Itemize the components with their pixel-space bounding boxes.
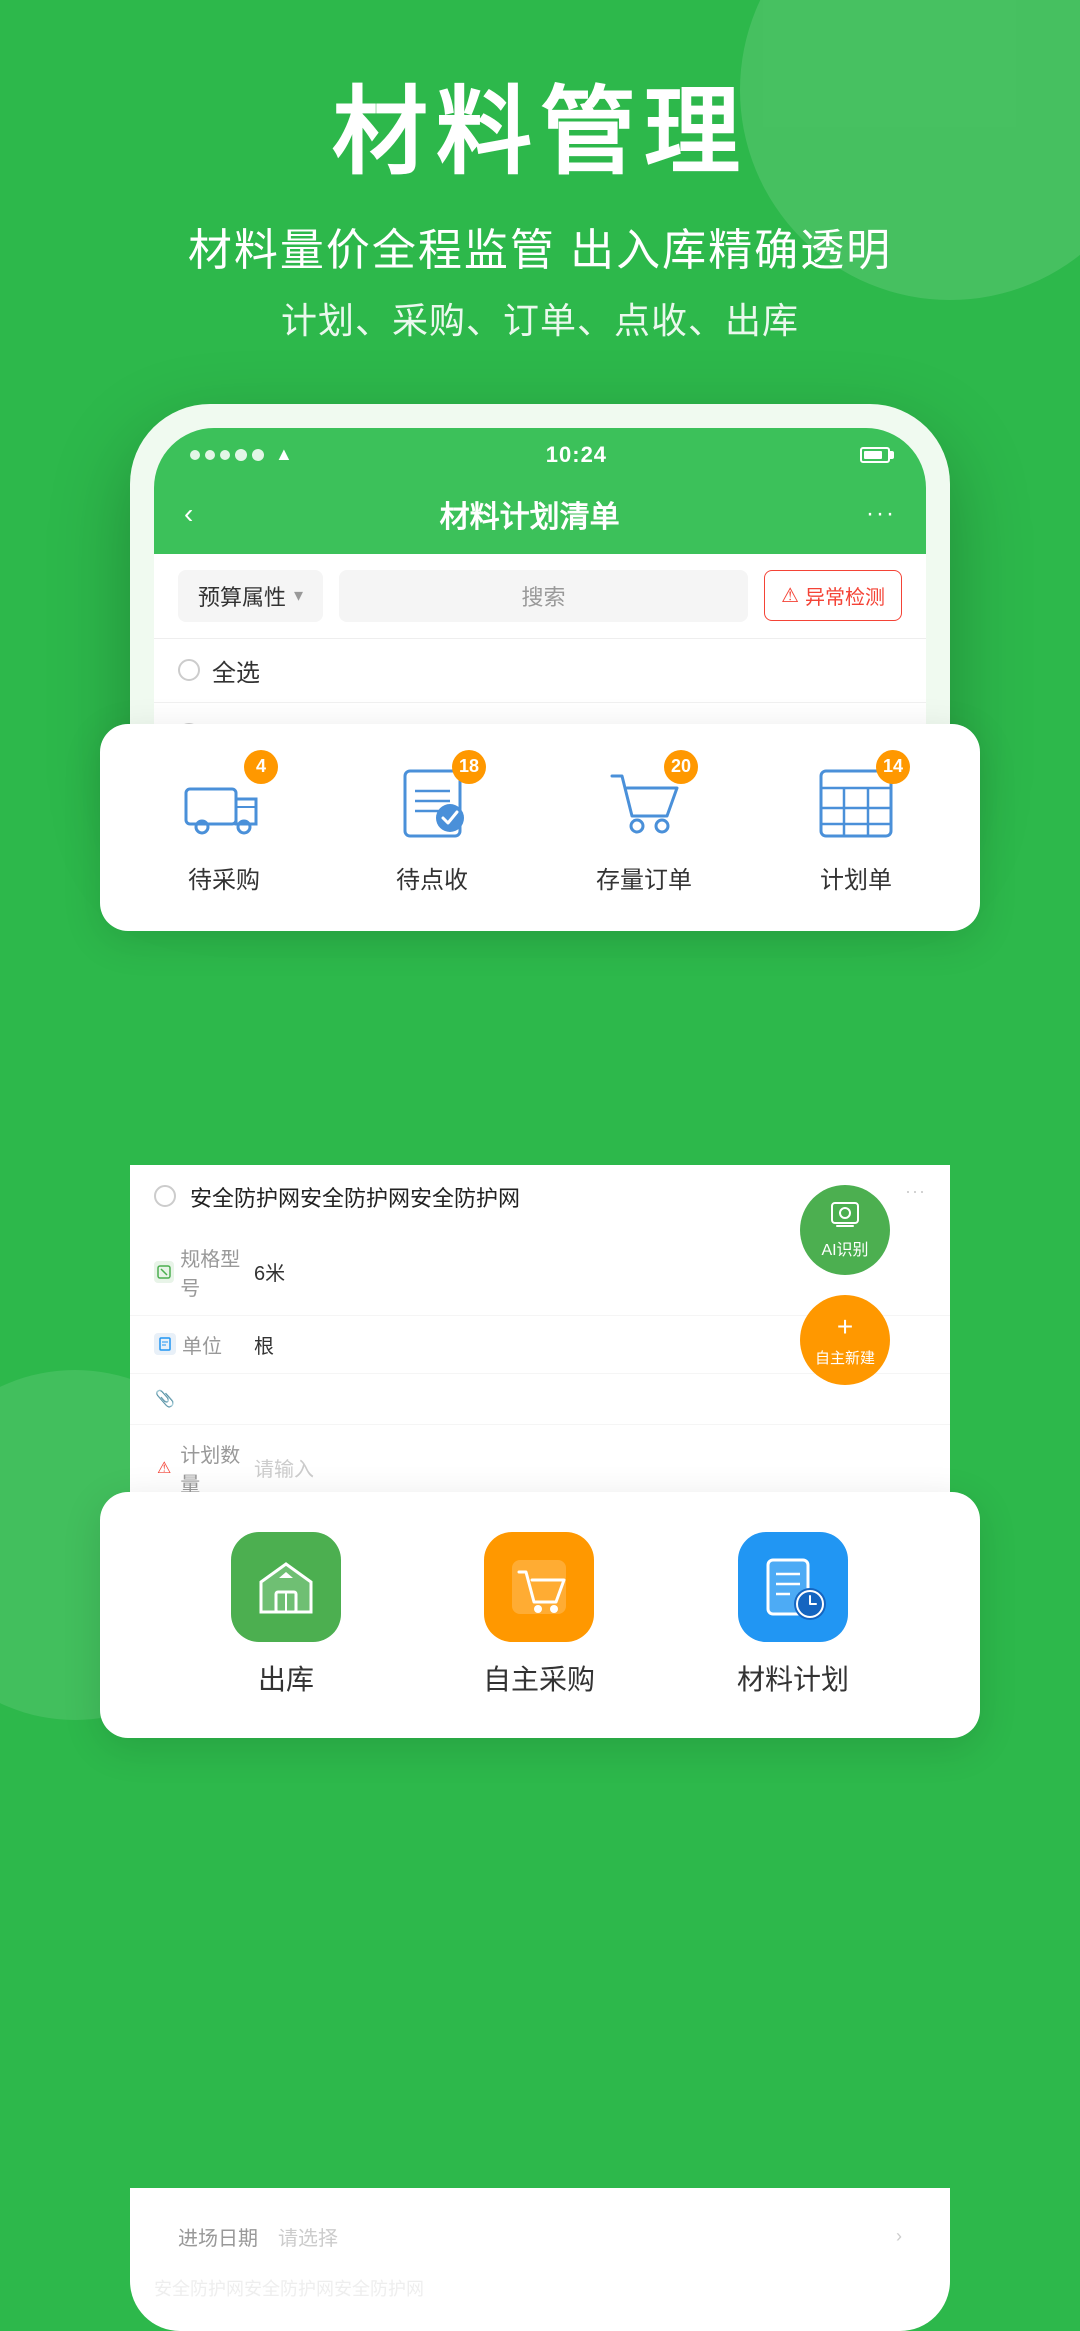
search-row: 预算属性 ▾ 搜索 ⚠ 异常检测 xyxy=(154,554,926,638)
bottom-entry-date-label: 进场日期 xyxy=(178,2222,258,2251)
plan-label: 计划单 xyxy=(820,860,892,895)
filter-button[interactable]: 预算属性 ▾ xyxy=(178,570,323,622)
select-all-label: 全选 xyxy=(212,653,260,688)
material-plan-label: 材料计划 xyxy=(737,1658,849,1698)
quick-actions-card: 4 待采购 18 待点收 xyxy=(100,724,980,931)
warning-sm-icon: ⚠ xyxy=(154,1457,174,1479)
bottom-chevron-right-icon: › xyxy=(896,2226,902,2247)
back-button[interactable]: ‹ xyxy=(184,498,193,530)
ai-recognize-label: AI识别 xyxy=(821,1236,868,1260)
size-icon xyxy=(154,1261,174,1283)
bottom-faded-text: 安全防护网安全防护网安全防护网 xyxy=(154,2265,926,2311)
quick-action-pending-purchase[interactable]: 4 待采购 xyxy=(180,760,268,895)
item2-title: 安全防护网安全防护网安全防护网 xyxy=(190,1181,891,1213)
nav-bar: ‹ 材料计划清单 ··· xyxy=(154,478,926,554)
warehouse-icon xyxy=(251,1552,321,1622)
self-purchase-label: 自主采购 xyxy=(483,1658,595,1698)
spec-label: 规格型号 xyxy=(180,1243,254,1301)
pending-receive-label: 待点收 xyxy=(396,860,468,895)
bottom-entry-date-picker[interactable]: 请选择 xyxy=(278,2222,338,2251)
material-plan-icon-box xyxy=(738,1532,848,1642)
status-bar: ▲ 10:24 xyxy=(154,428,926,478)
ai-recognize-button[interactable]: AI识别 xyxy=(800,1185,890,1275)
unit-value: 根 xyxy=(254,1330,274,1359)
feature-self-purchase[interactable]: 自主采购 xyxy=(483,1532,595,1698)
badge-pending-receive: 18 xyxy=(452,750,486,784)
pending-purchase-label: 待采购 xyxy=(188,860,260,895)
chevron-down-icon: ▾ xyxy=(294,585,303,606)
plan-qty-label: 计划数量 xyxy=(180,1439,254,1497)
quick-action-plan[interactable]: 14 计划单 xyxy=(812,760,900,895)
subtitle-main: 材料量价全程监管 出入库精确透明 xyxy=(0,214,1080,278)
badge-plan: 14 xyxy=(876,750,910,784)
phone-mockup: ▲ 10:24 ‹ 材料计划清单 ··· 预算属性 ▾ 搜索 xyxy=(130,404,950,845)
quick-action-pending-receive[interactable]: 18 待点收 xyxy=(388,760,476,895)
bottom-feature-card: 出库 自主采购 xyxy=(100,1492,980,1738)
feature-material-plan[interactable]: 材料计划 xyxy=(737,1532,849,1698)
warning-icon: ⚠ xyxy=(781,583,799,608)
badge-stock-orders: 20 xyxy=(664,750,698,784)
self-create-button[interactable]: + 自主新建 xyxy=(800,1295,890,1385)
stock-orders-label: 存量订单 xyxy=(596,860,692,895)
outbound-label: 出库 xyxy=(258,1658,314,1698)
floating-buttons: AI识别 + 自主新建 xyxy=(800,1185,890,1385)
plan-qty-input[interactable]: 请输入 xyxy=(254,1453,314,1482)
quick-action-stock-orders[interactable]: 20 存量订单 xyxy=(596,760,692,895)
search-input[interactable]: 搜索 xyxy=(339,570,748,622)
wifi-icon: ▲ xyxy=(275,444,293,465)
outbound-icon-box xyxy=(231,1532,341,1642)
nav-title: 材料计划清单 xyxy=(440,492,620,536)
self-purchase-icon-box xyxy=(484,1532,594,1642)
anomaly-label: 异常检测 xyxy=(805,581,885,610)
shopping-cart-icon xyxy=(504,1552,574,1622)
item2-more-button[interactable]: ··· xyxy=(905,1181,926,1202)
clip-icon: 📎 xyxy=(154,1388,176,1410)
battery-icon xyxy=(860,447,890,463)
anomaly-button[interactable]: ⚠ 异常检测 xyxy=(764,570,902,621)
status-time: 10:24 xyxy=(546,442,607,468)
badge-pending-purchase: 4 xyxy=(244,750,278,784)
self-create-label: 自主新建 xyxy=(815,1347,875,1368)
select-all-row: 全选 xyxy=(154,638,926,702)
document-clock-icon xyxy=(758,1552,828,1622)
spec-value: 6米 xyxy=(254,1257,285,1286)
feature-outbound[interactable]: 出库 xyxy=(231,1532,341,1698)
select-all-checkbox[interactable] xyxy=(178,659,200,681)
unit-label: 单位 xyxy=(182,1330,222,1359)
filter-label: 预算属性 xyxy=(198,580,286,612)
bottom-entry-date-row[interactable]: 进场日期 请选择 › xyxy=(154,2208,926,2265)
item2-checkbox[interactable] xyxy=(154,1185,176,1207)
unit-icon xyxy=(154,1333,176,1355)
page-title: 材料管理 xyxy=(0,80,1080,186)
more-button[interactable]: ··· xyxy=(866,500,896,528)
subtitle-sub: 计划、采购、订单、点收、出库 xyxy=(0,292,1080,344)
